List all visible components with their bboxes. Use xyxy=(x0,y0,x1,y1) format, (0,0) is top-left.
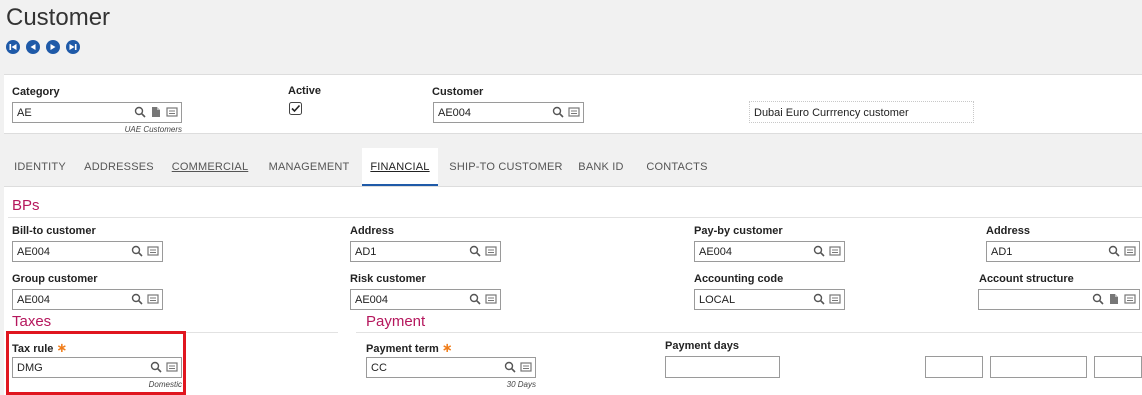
group-customer-field[interactable]: AE004 xyxy=(12,289,163,310)
risk-customer-field[interactable]: AE004 xyxy=(350,289,501,310)
customer-field[interactable]: AE004 xyxy=(433,102,584,123)
first-record-icon[interactable] xyxy=(6,40,20,54)
payment-day-field-3[interactable] xyxy=(990,356,1087,378)
tab-bank-id[interactable]: BANK ID xyxy=(574,148,628,186)
search-icon[interactable] xyxy=(134,106,146,118)
search-icon[interactable] xyxy=(813,245,825,257)
account-structure-label: Account structure xyxy=(979,273,1074,285)
card-icon[interactable] xyxy=(147,293,159,305)
address-field[interactable]: AD1 xyxy=(350,241,501,262)
tab-management[interactable]: MANAGEMENT xyxy=(264,148,354,186)
next-record-icon[interactable] xyxy=(46,40,60,54)
customer-label: Customer xyxy=(432,86,484,98)
card-icon[interactable] xyxy=(485,293,497,305)
tab-contacts[interactable]: CONTACTS xyxy=(642,148,712,186)
group-customer-label: Group customer xyxy=(12,273,98,285)
card-icon[interactable] xyxy=(147,245,159,257)
search-icon[interactable] xyxy=(552,106,564,118)
header-panel: Category AE UAE Customers Active Custome… xyxy=(4,74,1142,134)
pay-by-address-label: Address xyxy=(986,225,1031,237)
pay-by-address-value: AD1 xyxy=(991,246,1013,258)
tab-addresses[interactable]: ADDRESSES xyxy=(82,148,156,186)
risk-customer-value: AE004 xyxy=(355,294,389,306)
payment-days-field[interactable] xyxy=(665,356,780,378)
accounting-code-value: LOCAL xyxy=(699,294,736,306)
search-icon[interactable] xyxy=(469,245,481,257)
pay-by-customer-value: AE004 xyxy=(699,246,733,258)
search-icon[interactable] xyxy=(813,293,825,305)
record-navigation xyxy=(6,40,80,54)
active-checkbox[interactable] xyxy=(289,102,302,115)
bill-to-customer-field[interactable]: AE004 xyxy=(12,241,163,262)
tab-financial[interactable]: FINANCIAL xyxy=(362,148,438,186)
card-icon[interactable] xyxy=(1124,293,1136,305)
accounting-code-label: Accounting code xyxy=(694,273,784,285)
customer-value: AE004 xyxy=(438,107,472,119)
card-icon[interactable] xyxy=(166,106,178,118)
document-icon[interactable] xyxy=(1108,293,1120,305)
search-icon[interactable] xyxy=(469,293,481,305)
address-value: AD1 xyxy=(355,246,377,258)
group-customer-value: AE004 xyxy=(17,294,51,306)
bps-section-title: BPs xyxy=(12,197,40,214)
accounting-code-field[interactable]: LOCAL xyxy=(694,289,845,310)
category-description: UAE Customers xyxy=(124,125,182,134)
pay-by-customer-label: Pay-by customer xyxy=(694,225,783,237)
bps-divider xyxy=(8,217,1142,218)
last-record-icon[interactable] xyxy=(66,40,80,54)
active-label: Active xyxy=(288,85,322,97)
bill-to-customer-label: Bill-to customer xyxy=(12,225,96,237)
search-icon[interactable] xyxy=(1092,293,1104,305)
pay-by-address-field[interactable]: AD1 xyxy=(986,241,1140,262)
card-icon[interactable] xyxy=(568,106,580,118)
search-icon[interactable] xyxy=(131,293,143,305)
payment-term-description: 30 Days xyxy=(506,380,536,389)
tab-commercial[interactable]: COMMERCIAL xyxy=(168,148,252,186)
tab-bar: IDENTITY ADDRESSES COMMERCIAL MANAGEMENT… xyxy=(4,148,1142,186)
address-label: Address xyxy=(350,225,395,237)
payment-term-value: CC xyxy=(371,362,387,374)
search-icon[interactable] xyxy=(504,361,516,373)
required-icon: ∗ xyxy=(441,340,453,355)
payment-term-field[interactable]: CC xyxy=(366,357,536,378)
payment-term-label: Payment term ∗ xyxy=(366,340,453,356)
tab-ship-to-customer[interactable]: SHIP-TO CUSTOMER xyxy=(448,148,564,186)
tab-identity[interactable]: IDENTITY xyxy=(8,148,72,186)
card-icon[interactable] xyxy=(829,245,841,257)
taxes-section-title: Taxes xyxy=(12,313,52,330)
risk-customer-label: Risk customer xyxy=(350,273,426,285)
card-icon[interactable] xyxy=(1124,245,1136,257)
pay-by-customer-field[interactable]: AE004 xyxy=(694,241,845,262)
payment-term-label-text: Payment term xyxy=(366,343,439,355)
payment-day-field-4[interactable] xyxy=(1094,356,1142,378)
tax-rule-highlight xyxy=(6,331,186,395)
search-icon[interactable] xyxy=(131,245,143,257)
account-structure-field[interactable] xyxy=(978,289,1140,310)
payment-section-title: Payment xyxy=(366,313,426,330)
payment-days-label: Payment days xyxy=(665,340,739,352)
category-label: Category xyxy=(12,86,60,98)
document-icon[interactable] xyxy=(150,106,162,118)
card-icon[interactable] xyxy=(485,245,497,257)
page-title: Customer xyxy=(6,4,111,31)
payment-divider xyxy=(356,332,1142,333)
previous-record-icon[interactable] xyxy=(26,40,40,54)
category-field[interactable]: AE xyxy=(12,102,182,123)
category-value: AE xyxy=(17,107,32,119)
customer-description: Dubai Euro Currrency customer xyxy=(749,101,974,123)
card-icon[interactable] xyxy=(520,361,532,373)
card-icon[interactable] xyxy=(829,293,841,305)
bill-to-customer-value: AE004 xyxy=(17,246,51,258)
search-icon[interactable] xyxy=(1108,245,1120,257)
payment-day-field-2[interactable] xyxy=(925,356,983,378)
